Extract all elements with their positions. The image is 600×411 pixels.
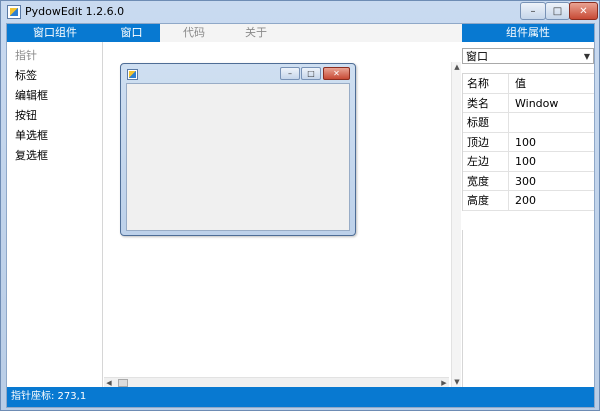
- client-area: 窗口组件 窗口 代码 关于 组件属性 指针 标签 编辑框 按钮 单选框 复选框 …: [6, 23, 595, 408]
- property-value[interactable]: 100: [515, 133, 593, 152]
- chevron-down-icon[interactable]: ▼: [584, 50, 590, 63]
- design-canvas[interactable]: – □ ✕: [104, 42, 462, 377]
- component-selector-value: 窗口: [466, 50, 488, 63]
- form-minimize-button: –: [280, 67, 300, 80]
- property-value[interactable]: 200: [515, 191, 593, 210]
- property-empty-area: [462, 230, 594, 387]
- property-name: 左边: [467, 152, 509, 171]
- close-button[interactable]: ✕: [569, 2, 598, 20]
- property-name: 宽度: [467, 171, 509, 191]
- palette-item-pointer[interactable]: 指针: [15, 48, 37, 64]
- app-icon: [7, 5, 21, 19]
- palette-item-radio[interactable]: 单选框: [15, 128, 48, 144]
- property-value[interactable]: [515, 113, 593, 132]
- tab-strip: 窗口 代码 关于: [103, 24, 462, 42]
- component-selector[interactable]: 窗口 ▼: [462, 48, 594, 64]
- palette-item-button[interactable]: 按钮: [15, 108, 37, 124]
- palette-item-label[interactable]: 标签: [15, 68, 37, 84]
- property-name: 高度: [467, 191, 509, 210]
- table-row[interactable]: 左边 100: [463, 152, 594, 172]
- properties-panel: 窗口 ▼ 名称 值 类名 Window 标题 顶边 100 左边 100 宽度 …: [462, 42, 594, 387]
- scroll-up-arrow[interactable]: ▲: [452, 62, 462, 72]
- property-value[interactable]: 100: [515, 152, 593, 171]
- form-client-area[interactable]: [126, 83, 350, 231]
- tab-about[interactable]: 关于: [234, 24, 278, 42]
- title-bar[interactable]: PydowEdit 1.2.6.0 – □ ✕: [1, 1, 599, 23]
- table-row[interactable]: 标题: [463, 113, 594, 133]
- app-window: PydowEdit 1.2.6.0 – □ ✕ 窗口组件 窗口 代码 关于 组件…: [0, 0, 600, 411]
- status-bar: 指针座标: 273,1: [7, 387, 594, 407]
- property-value[interactable]: Window: [515, 94, 593, 113]
- form-app-icon: [127, 69, 138, 80]
- table-row[interactable]: 顶边 100: [463, 132, 594, 152]
- table-row[interactable]: 高度 200: [463, 191, 594, 211]
- form-close-button: ✕: [323, 67, 350, 80]
- scrollbar-thumb[interactable]: [118, 379, 128, 387]
- horizontal-scrollbar[interactable]: ◀ ▶: [104, 377, 449, 387]
- palette-item-checkbox[interactable]: 复选框: [15, 148, 48, 164]
- property-value[interactable]: 300: [515, 172, 593, 191]
- table-row[interactable]: 类名 Window: [463, 93, 594, 113]
- components-panel-title: 窗口组件: [33, 26, 77, 39]
- tab-window[interactable]: 窗口: [103, 24, 160, 42]
- property-name: 顶边: [467, 132, 509, 152]
- top-bar: 窗口组件 窗口 代码 关于 组件属性: [7, 24, 594, 42]
- maximize-button[interactable]: □: [545, 2, 570, 20]
- property-name: 类名: [467, 93, 509, 113]
- property-name: 标题: [467, 113, 509, 132]
- minimize-button[interactable]: –: [520, 2, 546, 20]
- form-maximize-button: □: [301, 67, 321, 80]
- property-header-row: 名称 值: [463, 74, 594, 94]
- properties-panel-title: 组件属性: [506, 26, 550, 39]
- form-preview-window[interactable]: – □ ✕: [120, 63, 356, 236]
- component-palette: 指针 标签 编辑框 按钮 单选框 复选框: [7, 42, 103, 387]
- scroll-down-arrow[interactable]: ▼: [452, 377, 462, 387]
- table-row[interactable]: 宽度 300: [463, 171, 594, 191]
- property-table: 名称 值 类名 Window 标题 顶边 100 左边 100 宽度 300 高…: [462, 73, 594, 211]
- vertical-scrollbar[interactable]: ▲ ▼: [451, 62, 461, 387]
- window-title: PydowEdit 1.2.6.0: [25, 5, 125, 18]
- tab-code[interactable]: 代码: [172, 24, 216, 42]
- palette-item-editbox[interactable]: 编辑框: [15, 88, 48, 104]
- property-value-header: 值: [515, 77, 526, 90]
- property-name-header: 名称: [467, 74, 509, 93]
